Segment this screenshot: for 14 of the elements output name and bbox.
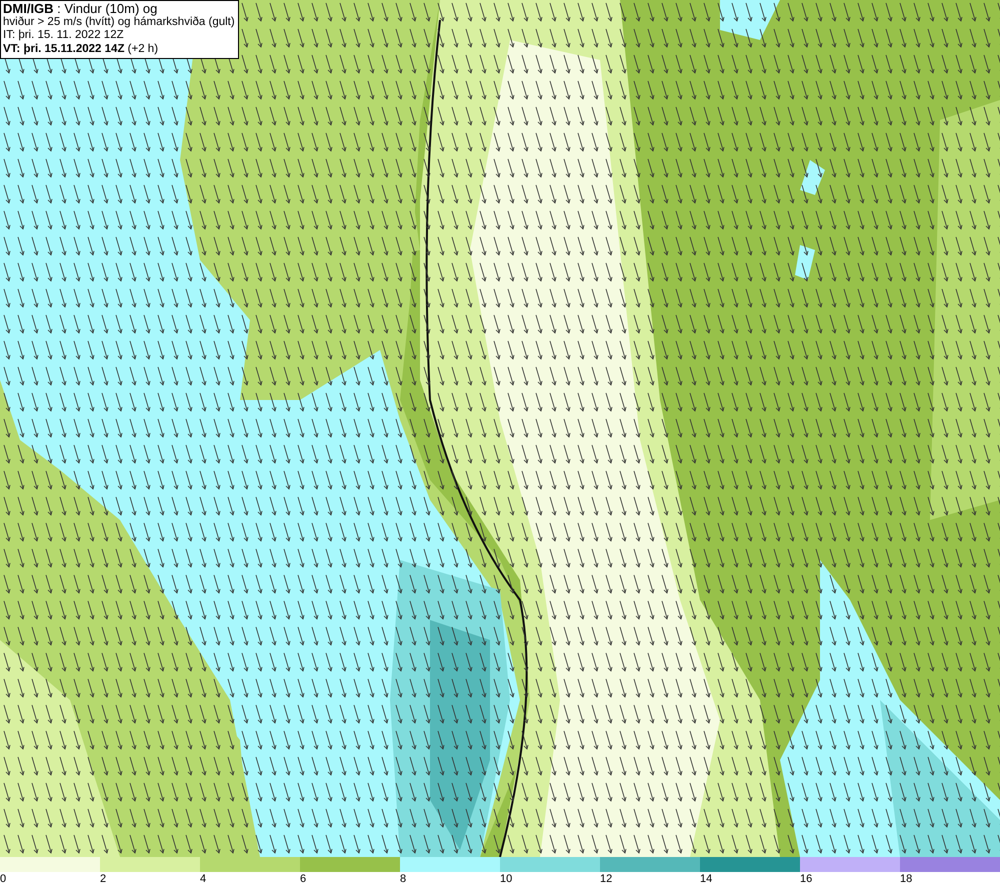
legend-tick-label: 0 bbox=[0, 872, 6, 886]
caption-line: DMI/IGB : Vindur (10m) og bbox=[3, 2, 158, 16]
legend-tick-label: 6 bbox=[300, 872, 306, 886]
legend-tick-label: 14 bbox=[700, 872, 712, 886]
caption-line: hviður > 25 m/s (hvítt) og hámarkshviða (gult) bbox=[3, 16, 235, 29]
legend-tick-label: 12 bbox=[600, 872, 612, 886]
legend-tick-label: 18 bbox=[900, 872, 912, 886]
legend-tick-label: 16 bbox=[800, 872, 812, 886]
legend-tick-label: 2 bbox=[100, 872, 106, 886]
caption-line: VT: þri. 15.11.2022 14Z (+2 h) bbox=[3, 42, 160, 56]
caption-line: IT: þri. 15. 11. 2022 12Z bbox=[3, 29, 125, 42]
legend-tick-label: 4 bbox=[200, 872, 206, 886]
legend-tick-label: 10 bbox=[500, 872, 512, 886]
legend-tick-label: 8 bbox=[400, 872, 406, 886]
